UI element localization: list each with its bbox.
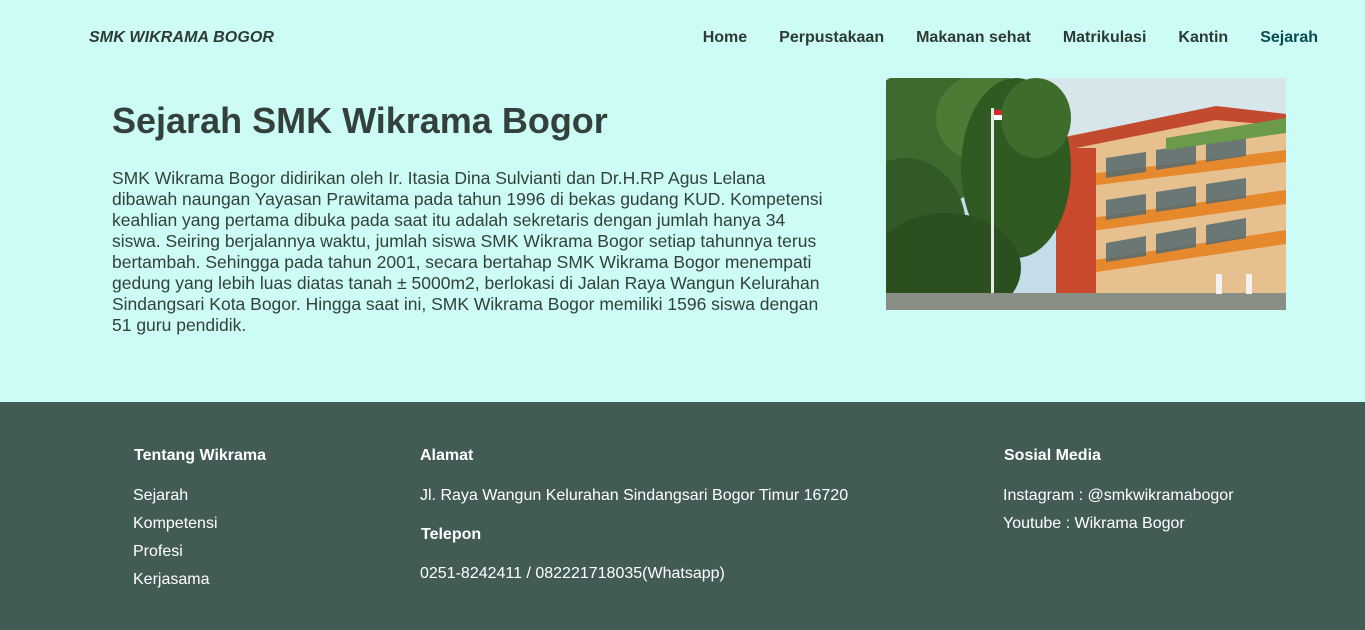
school-building-photo bbox=[886, 78, 1286, 310]
footer-link-kerjasama[interactable]: Kerjasama bbox=[133, 571, 209, 588]
footer-link-profesi[interactable]: Profesi bbox=[133, 543, 183, 560]
nav-kantin[interactable]: Kantin bbox=[1178, 29, 1228, 47]
footer-address-text: Jl. Raya Wangun Kelurahan Sindangsari Bo… bbox=[420, 487, 849, 504]
nav-sejarah[interactable]: Sejarah bbox=[1260, 29, 1318, 47]
navbar: SMK WIKRAMA BOGOR Home Perpustakaan Maka… bbox=[0, 0, 1365, 78]
footer-phone-text: 0251-8242411 / 082221718035(Whatsapp) bbox=[420, 565, 725, 582]
page-title: Sejarah SMK Wikrama Bogor bbox=[112, 100, 608, 141]
nav-matrikulasi[interactable]: Matrikulasi bbox=[1063, 29, 1147, 47]
nav-makanan-sehat[interactable]: Makanan sehat bbox=[916, 29, 1031, 47]
footer-phone-heading: Telepon bbox=[421, 526, 482, 543]
footer-link-kompetensi[interactable]: Kompetensi bbox=[133, 515, 218, 532]
nav-home[interactable]: Home bbox=[703, 29, 747, 47]
nav-perpustakaan[interactable]: Perpustakaan bbox=[779, 29, 884, 47]
footer-instagram-link[interactable]: Instagram : @smkwikramabogor bbox=[1003, 487, 1234, 504]
footer-about-heading: Tentang Wikrama bbox=[134, 447, 267, 464]
footer-address-heading: Alamat bbox=[420, 447, 474, 464]
footer: Tentang Wikrama Sejarah Kompetensi Profe… bbox=[0, 402, 1365, 630]
footer-youtube-link[interactable]: Youtube : Wikrama Bogor bbox=[1003, 515, 1185, 532]
history-paragraph: SMK Wikrama Bogor didirikan oleh Ir. Ita… bbox=[112, 168, 823, 335]
footer-social-heading: Sosial Media bbox=[1004, 447, 1101, 464]
footer-link-sejarah[interactable]: Sejarah bbox=[133, 487, 188, 504]
nav-menu: Home Perpustakaan Makanan sehat Matrikul… bbox=[671, 29, 1318, 47]
brand-logo-text[interactable]: SMK WIKRAMA BOGOR bbox=[89, 29, 274, 47]
